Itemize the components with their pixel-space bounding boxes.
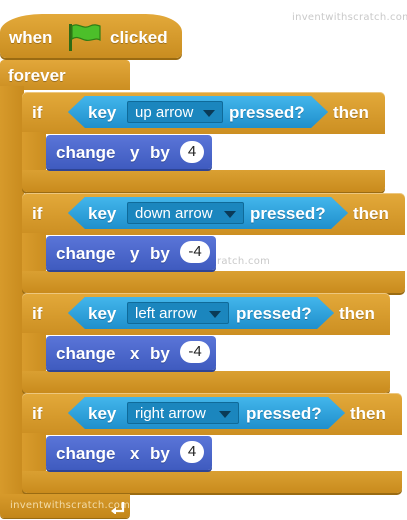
- change-value-input[interactable]: -4: [180, 241, 210, 263]
- axis-label: x: [130, 344, 140, 363]
- axis-label: y: [130, 143, 140, 162]
- then-label: then: [339, 304, 375, 323]
- key-dropdown-value: right arrow: [135, 405, 206, 422]
- then-label: then: [333, 103, 369, 122]
- if-bottom-up: [22, 170, 385, 192]
- key-dropdown-down[interactable]: down arrow: [127, 202, 244, 224]
- by-label: by: [150, 444, 170, 463]
- by-label: by: [150, 143, 170, 162]
- if-arm-down: [22, 233, 46, 273]
- forever-arm: [0, 86, 24, 496]
- key-label: key: [88, 204, 117, 223]
- green-flag-icon: [69, 24, 101, 51]
- key-dropdown-value: up arrow: [135, 104, 194, 121]
- then-label: then: [353, 204, 389, 223]
- forever-label: forever: [8, 66, 66, 85]
- pressed-label: pressed?: [236, 304, 312, 323]
- by-label: by: [150, 344, 170, 363]
- watermark-top: inventwithscratch.com: [292, 12, 407, 23]
- hat-clicked-label: clicked: [110, 28, 168, 47]
- change-label: change: [56, 244, 116, 263]
- key-dropdown-right[interactable]: right arrow: [127, 402, 239, 424]
- by-label: by: [150, 244, 170, 263]
- dropdown-arrow-icon: [219, 411, 231, 418]
- dropdown-arrow-icon: [203, 110, 215, 117]
- if-bottom-down: [22, 271, 405, 293]
- pressed-label: pressed?: [246, 404, 322, 423]
- then-label: then: [350, 404, 386, 423]
- if-label: if: [32, 404, 43, 423]
- dropdown-arrow-icon: [209, 311, 221, 318]
- if-bottom-left: [22, 371, 390, 393]
- if-label: if: [32, 304, 43, 323]
- if-label: if: [32, 103, 43, 122]
- pressed-label: pressed?: [229, 103, 305, 122]
- axis-label: y: [130, 244, 140, 263]
- key-dropdown-value: left arrow: [135, 305, 197, 322]
- dropdown-arrow-icon: [224, 211, 236, 218]
- change-label: change: [56, 444, 116, 463]
- change-value-input[interactable]: -4: [180, 341, 210, 363]
- key-dropdown-left[interactable]: left arrow: [127, 302, 229, 324]
- change-label: change: [56, 143, 116, 162]
- change-value-input[interactable]: 4: [180, 441, 204, 463]
- if-arm-up: [22, 132, 46, 172]
- key-label: key: [88, 103, 117, 122]
- if-arm-left: [22, 333, 46, 373]
- key-dropdown-up[interactable]: up arrow: [127, 101, 223, 123]
- change-value-input[interactable]: 4: [180, 141, 204, 163]
- key-label: key: [88, 404, 117, 423]
- change-label: change: [56, 344, 116, 363]
- key-dropdown-value: down arrow: [135, 205, 213, 222]
- key-label: key: [88, 304, 117, 323]
- if-arm-right: [22, 433, 46, 473]
- pressed-label: pressed?: [250, 204, 326, 223]
- axis-label: x: [130, 444, 140, 463]
- if-label: if: [32, 204, 43, 223]
- if-bottom-right: [22, 471, 402, 493]
- loop-arrow-icon: [111, 502, 125, 514]
- hat-when-label: when: [9, 28, 53, 47]
